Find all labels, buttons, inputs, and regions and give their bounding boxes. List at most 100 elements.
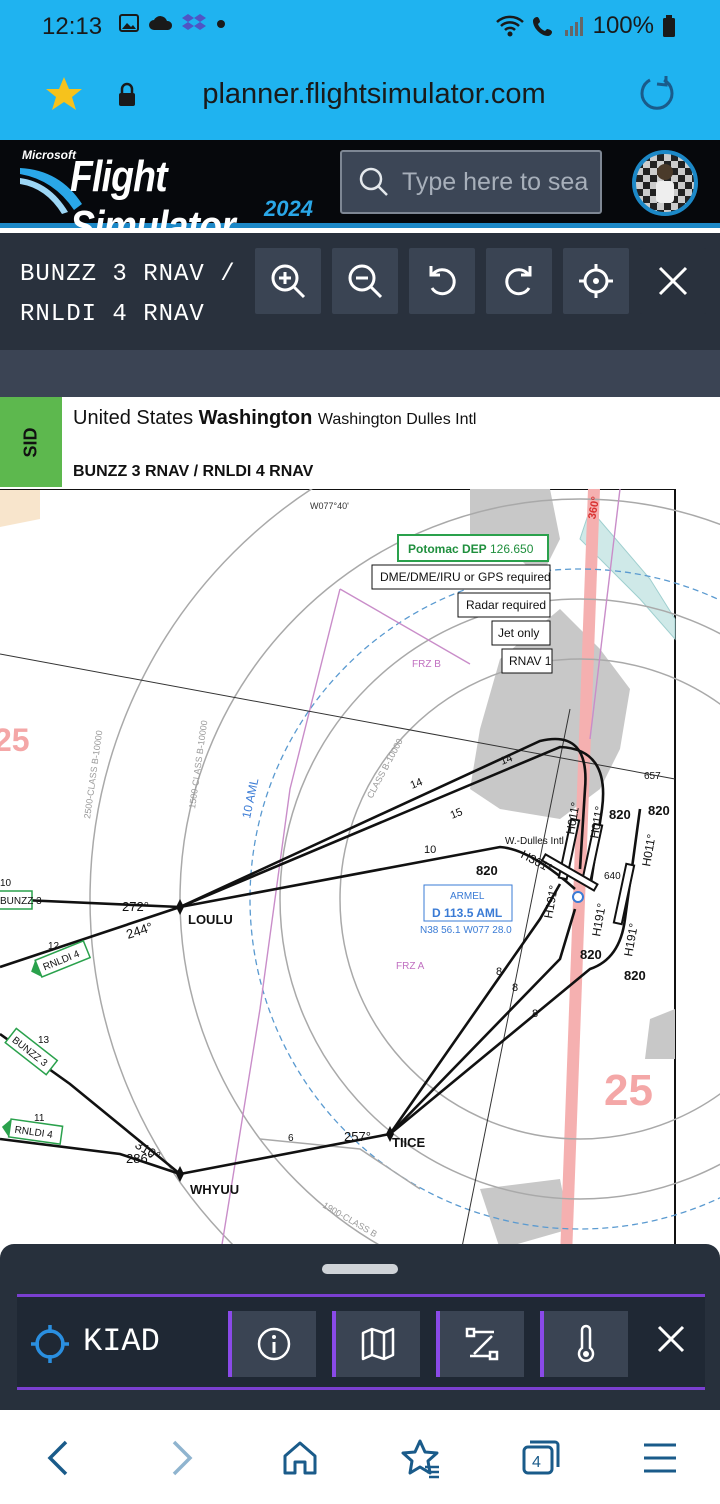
user-avatar[interactable]	[632, 150, 698, 216]
logo-year: 2024	[264, 196, 313, 221]
tabs-count: 4	[532, 1454, 541, 1471]
airport-label: W.-Dulles Intl	[505, 836, 564, 847]
rotate-right-button[interactable]	[486, 248, 552, 314]
cloud-icon	[149, 16, 173, 30]
navaid-coords: N38 56.1 W077 28.0	[420, 925, 512, 936]
procedure-title: BUNZZ 3 RNAV / RNLDI 4 RNAV	[20, 255, 236, 335]
menu-button[interactable]	[636, 1434, 684, 1482]
course-257: 257°	[344, 1129, 371, 1144]
freq-label: Potomac DEP	[408, 542, 487, 556]
note-1: DME/DME/IRU or GPS required	[380, 570, 551, 584]
chart-country: United States	[73, 407, 194, 429]
altitude-820: 820	[609, 807, 631, 822]
chart-header: United States Washington Washington Dull…	[73, 407, 476, 430]
tabs-button[interactable]: 4	[516, 1434, 564, 1482]
home-icon	[283, 1441, 317, 1475]
zoom-out-button[interactable]	[332, 248, 398, 314]
center-button[interactable]	[563, 248, 629, 314]
altitude-820: 820	[476, 863, 498, 878]
altitude-820: 820	[648, 803, 670, 818]
chart-state: Washington	[198, 407, 313, 429]
forward-button[interactable]	[158, 1434, 206, 1482]
charts-button[interactable]	[332, 1311, 420, 1377]
zoom-in-button[interactable]	[255, 248, 321, 314]
procedure-title-line1: BUNZZ 3 RNAV /	[20, 261, 236, 288]
waypoint-whyuu-label: WHYUU	[190, 1182, 239, 1197]
frz-a-label: FRZ A	[396, 961, 425, 972]
procedure-chart[interactable]: SID United States Washington Washington …	[0, 397, 720, 1257]
chart-toolbar: BUNZZ 3 RNAV / RNLDI 4 RNAV	[0, 233, 720, 350]
map-icon	[361, 1327, 395, 1361]
close-panel-icon[interactable]	[655, 1323, 687, 1355]
navaid-name: ARMEL	[450, 891, 485, 902]
site-header: Microsoft Flight Simulator 2024 Type her…	[0, 140, 720, 251]
flight-simulator-logo[interactable]: Microsoft Flight Simulator 2024	[20, 146, 320, 251]
elevation-640: 640	[604, 871, 621, 882]
close-chart-button[interactable]	[640, 248, 706, 314]
distance-10: 10	[424, 844, 436, 856]
altitude-820: 820	[624, 968, 646, 983]
logo-microsoft: Microsoft	[22, 148, 76, 162]
rotate-right-icon	[505, 266, 532, 296]
route-button[interactable]	[436, 1311, 524, 1377]
procedure-title-line2: RNLDI 4 RNAV	[20, 301, 205, 328]
distance-12: 12	[48, 941, 60, 952]
distance-13: 13	[38, 1035, 50, 1046]
notification-icons	[118, 12, 228, 34]
back-arrow-icon	[47, 1440, 68, 1476]
sid-tag: SID	[0, 397, 62, 487]
airport-code[interactable]: KIAD	[83, 1323, 160, 1360]
wifi-call-icon	[532, 17, 552, 36]
elevation-657: 657	[644, 771, 661, 782]
chart-procedure-name: BUNZZ 3 RNAV / RNLDI 4 RNAV	[73, 463, 314, 480]
dropbox-icon	[182, 14, 206, 30]
battery-icon	[663, 15, 675, 37]
weather-button[interactable]	[540, 1311, 628, 1377]
frz-b-label: FRZ B	[412, 659, 441, 670]
sid-map[interactable]: Potomac DEP 126.650 DME/DME/IRU or GPS r…	[0, 489, 720, 1257]
waypoint-loulu-label: LOULU	[188, 912, 233, 927]
longitude-label: W077°40'	[310, 501, 349, 511]
signal-icon	[564, 17, 583, 36]
note-2: Radar required	[466, 598, 546, 612]
search-input[interactable]: Type here to sea	[340, 150, 602, 214]
forward-arrow-icon	[172, 1440, 193, 1476]
reload-icon[interactable]	[636, 72, 676, 112]
status-time: 12:13	[42, 13, 103, 40]
drag-handle[interactable]	[322, 1264, 398, 1274]
distance-8: 8	[512, 982, 518, 994]
sector-altitude-25: 25	[604, 1066, 653, 1115]
info-icon	[257, 1327, 291, 1361]
url-text[interactable]: planner.flightsimulator.com	[0, 78, 720, 111]
image-icon	[119, 14, 139, 32]
battery-percent: 100%	[592, 12, 654, 39]
distance-6: 6	[288, 1133, 294, 1144]
search-placeholder: Type here to sea	[402, 168, 588, 196]
status-right: 100%	[495, 12, 676, 40]
airport-panel: KIAD	[0, 1244, 720, 1410]
note-3: Jet only	[498, 626, 539, 640]
course-272: 272°	[122, 899, 149, 914]
bookmarks-button[interactable]	[396, 1434, 444, 1482]
airport-target-icon	[31, 1325, 69, 1363]
distance-10: 10	[0, 878, 12, 889]
armel-vor-icon	[572, 891, 584, 903]
browser-url-bar: planner.flightsimulator.com	[0, 54, 720, 140]
route-icon	[465, 1327, 499, 1361]
crosshair-icon	[579, 264, 613, 298]
home-button[interactable]	[276, 1434, 324, 1482]
freq-value: 126.650	[490, 542, 534, 556]
back-button[interactable]	[34, 1434, 82, 1482]
rotate-left-button[interactable]	[409, 248, 475, 314]
sector-altitude-25: 25	[0, 722, 30, 758]
dot-icon	[217, 20, 225, 28]
sid-tag-label: SID	[20, 426, 41, 458]
info-button[interactable]	[228, 1311, 316, 1377]
chart-airport: Washington Dulles Intl	[317, 411, 477, 428]
zoom-in-icon	[271, 264, 306, 299]
status-bar: 12:13 100%	[0, 0, 720, 54]
wifi-icon	[495, 15, 524, 37]
browser-nav-bar: 4	[0, 1410, 720, 1504]
transition-label: BUNZZ 3	[0, 896, 42, 907]
airport-bar: KIAD	[17, 1294, 705, 1390]
